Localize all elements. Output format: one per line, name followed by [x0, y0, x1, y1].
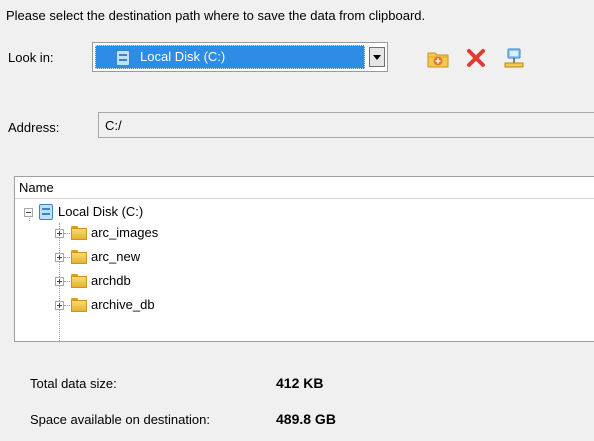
delete-icon — [467, 49, 485, 67]
network-drive-icon — [504, 48, 524, 68]
disk-icon — [116, 50, 130, 66]
instruction-text: Please select the destination path where… — [6, 8, 426, 23]
look-in-label: Look in: — [8, 50, 54, 65]
address-label: Address: — [8, 120, 60, 135]
tree-row-folder[interactable]: archive_db — [15, 295, 593, 315]
tree-item-label: archive_db — [91, 297, 155, 312]
tree-row-folder[interactable]: arc_new — [15, 247, 593, 267]
expand-icon[interactable] — [55, 301, 64, 310]
total-size-value: 412 KB — [276, 375, 324, 391]
new-folder-button[interactable] — [426, 46, 450, 70]
look-in-selected[interactable]: Local Disk (C:) — [95, 45, 365, 69]
folder-icon — [71, 298, 87, 312]
expand-icon[interactable] — [55, 277, 64, 286]
network-drive-button[interactable] — [502, 46, 526, 70]
tree-item-label: Local Disk (C:) — [58, 204, 144, 219]
expand-icon[interactable] — [55, 229, 64, 238]
expand-icon[interactable] — [55, 253, 64, 262]
dropdown-arrow-button[interactable] — [369, 47, 385, 67]
new-folder-icon — [427, 52, 449, 68]
tree-item-label: arc_new — [91, 249, 141, 264]
space-available-value: 489.8 GB — [276, 411, 336, 427]
folder-icon — [71, 250, 87, 264]
folder-icon — [71, 226, 87, 240]
address-field[interactable]: C:/ — [98, 112, 594, 138]
tree-item-label: arc_images — [91, 225, 159, 240]
disk-icon — [39, 204, 53, 220]
column-header-name[interactable]: Name — [15, 177, 594, 199]
folder-icon — [71, 274, 87, 288]
tree-row-root[interactable]: Local Disk (C:) — [15, 201, 593, 221]
tree-item-label: archdb — [91, 273, 131, 288]
total-size-label: Total data size: — [30, 376, 117, 391]
look-in-combobox[interactable]: Local Disk (C:) — [92, 42, 388, 72]
folder-tree[interactable]: Name Local Disk (C:) arc_images arc_new … — [14, 176, 594, 342]
delete-button[interactable] — [464, 46, 488, 70]
look-in-selected-label: Local Disk (C:) — [140, 49, 226, 64]
tree-row-folder[interactable]: arc_images — [15, 223, 593, 243]
space-available-label: Space available on destination: — [30, 412, 210, 427]
tree-row-folder[interactable]: archdb — [15, 271, 593, 291]
collapse-icon[interactable] — [24, 208, 33, 217]
